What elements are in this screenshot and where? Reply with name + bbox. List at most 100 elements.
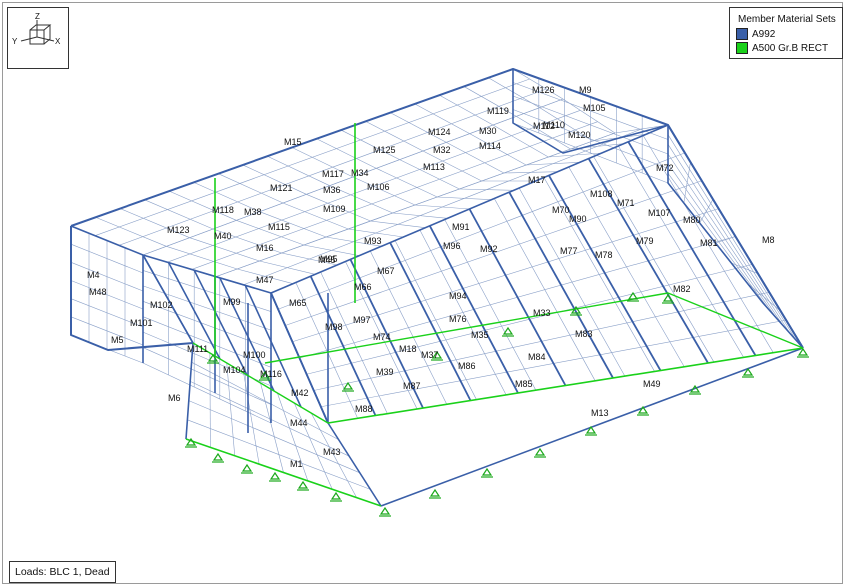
base-member [380, 347, 804, 507]
legend-swatch-a992 [736, 28, 748, 40]
support-pin-icon [502, 326, 514, 335]
rafter-member [667, 124, 804, 349]
view-axis-indicator: Z Y X [7, 7, 69, 69]
support-pin-icon [534, 447, 546, 456]
member-label-m16: M16 [256, 243, 274, 253]
member-label-m114: M114 [479, 141, 501, 151]
green-base-front [185, 438, 382, 507]
member-label-m120: M120 [568, 130, 591, 140]
eave-member [70, 124, 669, 294]
member-label-m66: M66 [354, 282, 372, 292]
roof-strip2-mesh-v [190, 121, 598, 270]
support-pin-icon [429, 488, 441, 497]
member-label-m32: M32 [433, 145, 451, 155]
roof-strip-mesh-u [267, 155, 330, 186]
member-label-m90: M90 [569, 214, 587, 224]
member-label-m92: M92 [480, 244, 498, 254]
legend-title: Member Material Sets [738, 14, 836, 25]
member-label-m111: M111 [187, 344, 208, 354]
member-label-m123: M123 [167, 225, 190, 235]
member-label-m107: M107 [648, 208, 671, 218]
gable-mesh-v [667, 134, 797, 341]
legend-label-a992: A992 [752, 28, 776, 40]
member-label-m72: M72 [656, 163, 674, 173]
model-viewport[interactable]: M1 M4 M5 M6 M8 M9 M13 M15 M16 M17 M18 M30 M32 M33 M34 M… [2, 2, 843, 584]
roof-strip-mesh-v [94, 78, 530, 236]
member-label-m13: M13 [591, 408, 609, 418]
member-label-m43: M43 [323, 447, 341, 457]
member-label-m95: M95 [320, 254, 338, 264]
member-label-m34: M34 [351, 168, 369, 178]
slope-front-mesh-u [226, 362, 236, 456]
structure-canvas[interactable]: M1 M4 M5 M6 M8 M9 M13 M15 M16 M17 M18 M30 M32 M33 M34 M… [3, 3, 842, 583]
member-label-m112: M112 [533, 121, 555, 131]
member-label-m65: M65 [289, 298, 307, 308]
member-label-m100: M100 [243, 350, 266, 360]
member-label-m116: M116 [260, 369, 282, 379]
member-label-m98: M98 [325, 322, 343, 332]
loads-status-box: Loads: BLC 1, Dead [9, 561, 116, 583]
member-label-m30: M30 [479, 126, 497, 136]
member-label-m124: M124 [428, 127, 451, 137]
member-label-m1: M1 [290, 459, 303, 469]
slope-front-mesh-u [260, 382, 284, 473]
rafter-member [508, 191, 614, 379]
member-label-m71: M71 [617, 198, 635, 208]
member-label-m36: M36 [323, 185, 341, 195]
support-pin-icon [241, 463, 253, 472]
member-label-m94: M94 [449, 291, 467, 301]
member-label-m48: M48 [89, 287, 107, 297]
axis-cube-icon: Z Y X [12, 12, 61, 46]
member-label-m82: M82 [673, 284, 691, 294]
gable-mesh-v [667, 163, 777, 319]
member-label-m126: M126 [532, 85, 555, 95]
axis-z-label: Z [35, 12, 40, 21]
member-label-m118: M118 [212, 205, 234, 215]
member-label-m99: M99 [223, 297, 241, 307]
member-label-m108: M108 [590, 189, 613, 199]
support-pin-icon [212, 452, 224, 461]
member-label-m74: M74 [373, 332, 391, 342]
member-label-m17: M17 [528, 175, 546, 185]
support-pin-icon [269, 471, 281, 480]
member-label-m109: M109 [323, 204, 346, 214]
member-label-m5: M5 [111, 335, 124, 345]
slope-front-mesh-u [209, 352, 211, 448]
support-pin-icon [481, 467, 493, 476]
support-pin-icon [637, 405, 649, 414]
member-label-m42: M42 [291, 388, 309, 398]
member-label-m47: M47 [256, 275, 274, 285]
legend-item-a500: A500 Gr.B RECT [736, 42, 828, 54]
end-wall2-mesh-v [142, 362, 272, 424]
member-label-m104: M104 [223, 365, 246, 375]
member-label-m88: M88 [355, 404, 373, 414]
member-label-m117: M117 [322, 169, 344, 179]
member-label-m106: M106 [367, 182, 390, 192]
member-label-m9: M9 [579, 85, 592, 95]
member-label-m115: M115 [268, 222, 290, 232]
member-label-m67: M67 [377, 266, 395, 276]
member-label-m76: M76 [449, 314, 467, 324]
member-label-m39: M39 [376, 367, 394, 377]
member-label-m119: M119 [487, 106, 509, 116]
material-legend: Member Material Sets A992 A500 Gr.B RECT [729, 7, 843, 59]
support-pin-icon [330, 491, 342, 500]
member-label-m83: M83 [575, 329, 593, 339]
member-label-m78: M78 [595, 250, 613, 260]
member-label-m40: M40 [214, 231, 232, 241]
member-label-m37: M37 [421, 350, 439, 360]
member-label-m84: M84 [528, 352, 546, 362]
member-label-m121: M121 [270, 183, 293, 193]
member-label-m77: M77 [560, 246, 578, 256]
member-label-m97: M97 [353, 315, 371, 325]
member-label-m79: M79 [636, 236, 654, 246]
member-label-m85: M85 [515, 379, 533, 389]
member-label-m49: M49 [643, 379, 661, 389]
support-pin-icon [627, 291, 639, 300]
member-label-m87: M87 [403, 381, 421, 391]
legend-item-a992: A992 [736, 28, 775, 40]
member-label-m4: M4 [87, 270, 100, 280]
axis-x-label: X [55, 37, 61, 46]
member-label-m8: M8 [762, 235, 775, 245]
support-pin-icon [379, 506, 391, 515]
